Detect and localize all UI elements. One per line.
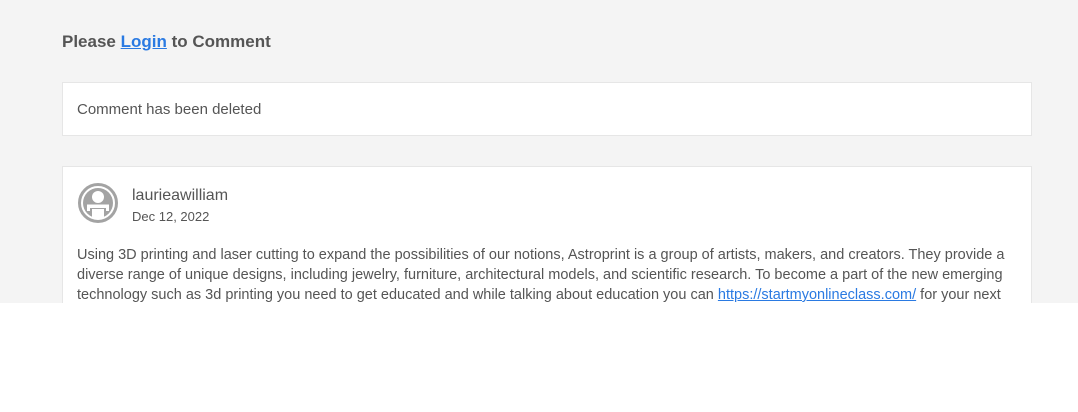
login-link[interactable]: Login: [121, 32, 167, 51]
comment-card: laurieawilliam Dec 12, 2022 Using 3D pri…: [62, 166, 1032, 303]
comment-link[interactable]: https://startmyonlineclass.com/: [718, 287, 916, 303]
comment-body: Using 3D printing and laser cutting to e…: [77, 245, 1021, 303]
comments-section: Please Login to Comment Comment has been…: [0, 0, 1078, 303]
comment-date: Dec 12, 2022: [132, 209, 210, 224]
login-prompt: Please Login to Comment: [62, 32, 271, 52]
comment-text-after-link: for your next: [920, 287, 1001, 303]
user-avatar-icon: [78, 183, 118, 223]
deleted-comment-text: Comment has been deleted: [77, 101, 262, 118]
login-prompt-prefix: Please: [62, 32, 116, 51]
login-prompt-suffix: to Comment: [171, 32, 271, 51]
comment-author[interactable]: laurieawilliam: [132, 187, 228, 205]
deleted-comment-card: Comment has been deleted: [62, 82, 1032, 136]
